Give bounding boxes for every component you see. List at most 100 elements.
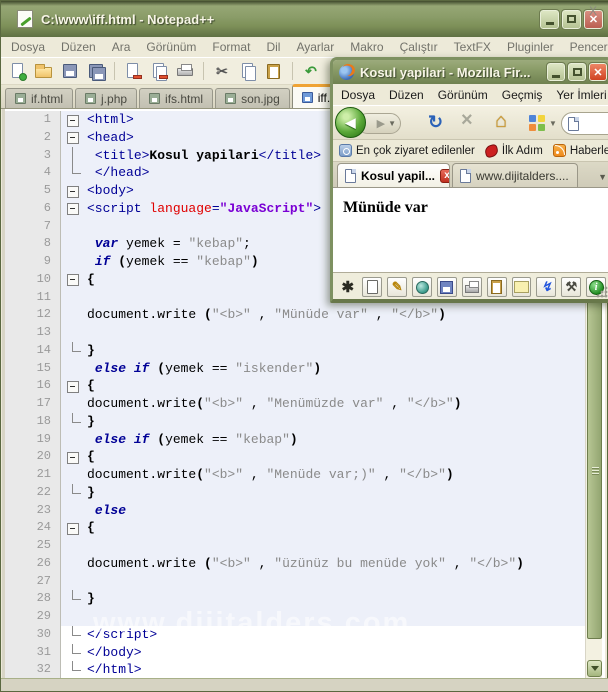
- code-line[interactable]: 18}: [5, 412, 585, 431]
- save-icon[interactable]: [437, 277, 457, 297]
- close-file-icon[interactable]: [122, 60, 144, 82]
- undo-icon[interactable]: ↶: [300, 60, 322, 82]
- npp-tab-ifs.html[interactable]: ifs.html: [139, 88, 214, 108]
- fold-collapse-icon[interactable]: [61, 129, 87, 147]
- print-icon[interactable]: [461, 277, 482, 297]
- tools-icon[interactable]: ⚒: [561, 277, 582, 297]
- npp-menu-item[interactable]: Ayarlar: [296, 40, 334, 54]
- ff-close-button[interactable]: ✕: [588, 62, 608, 82]
- npp-menu-item[interactable]: Dosya: [11, 40, 45, 54]
- ff-menu-item[interactable]: Düzen: [389, 88, 424, 102]
- ff-titlebar[interactable]: Kosul yapilari - Mozilla Fir... ✕: [333, 60, 608, 84]
- ff-tab[interactable]: Kosul yapil... x: [337, 163, 450, 187]
- npp-menu-item[interactable]: Görünüm: [146, 40, 196, 54]
- cut-icon[interactable]: ✂: [211, 60, 233, 82]
- npp-menu-item[interactable]: Pencere: [570, 40, 608, 54]
- npp-titlebar[interactable]: C:\www\iff.html - Notepad++ ✕: [1, 1, 608, 37]
- clipboard-icon[interactable]: [486, 277, 507, 297]
- fold-collapse-icon[interactable]: [61, 182, 87, 200]
- code-line[interactable]: 15 else if (yemek == "iskender"): [5, 359, 585, 378]
- new-file-icon[interactable]: [7, 60, 29, 82]
- code-line[interactable]: 22}: [5, 483, 585, 502]
- ff-menu-item[interactable]: Dosya: [341, 88, 375, 102]
- fold-collapse-icon[interactable]: [61, 519, 87, 537]
- globe-icon[interactable]: [412, 277, 433, 297]
- new-doc-icon[interactable]: [362, 277, 383, 297]
- reload-button[interactable]: ↻: [428, 112, 443, 133]
- scrollbar-down-arrow[interactable]: [587, 660, 602, 677]
- scrollbar-thumb[interactable]: [587, 301, 602, 639]
- ff-menu-item[interactable]: Geçmiş: [502, 88, 543, 102]
- fold-collapse-icon[interactable]: [61, 377, 87, 395]
- npp-menu-item[interactable]: Düzen: [61, 40, 96, 54]
- code-line[interactable]: 12 document.write ("<b>" , "Münüde var" ,…: [5, 306, 585, 324]
- npp-menu-item[interactable]: Çalıştır: [400, 40, 438, 54]
- fold-collapse-icon[interactable]: [61, 200, 87, 218]
- close-all-icon[interactable]: [148, 60, 170, 82]
- fold-margin: [61, 431, 87, 449]
- back-button[interactable]: ◀: [335, 107, 366, 138]
- save-all-icon[interactable]: [85, 60, 107, 82]
- npp-menu-item[interactable]: Dil: [266, 40, 280, 54]
- npp-tab-j.php[interactable]: j.php: [75, 88, 138, 108]
- code-line[interactable]: 26 document.write ("<b>" , "üzünüz bu men…: [5, 554, 585, 573]
- npp-menu-item[interactable]: Pluginler: [507, 40, 554, 54]
- code-line[interactable]: 25: [5, 537, 585, 555]
- code-line[interactable]: 16 {: [5, 377, 585, 395]
- npp-tab-if.html[interactable]: if.html: [5, 88, 74, 108]
- pencil-icon[interactable]: ✎: [387, 277, 408, 297]
- code-line[interactable]: 17 document.write("<b>" , "Menümüzde var"…: [5, 395, 585, 413]
- copy-icon[interactable]: [237, 60, 259, 82]
- fold-collapse-icon[interactable]: [61, 111, 87, 129]
- code-line[interactable]: 31 </body>: [5, 643, 585, 662]
- code-line[interactable]: 19 else if (yemek == "kebap"): [5, 430, 585, 449]
- bookmark-item[interactable]: Haberler: [552, 144, 608, 157]
- fold-collapse-icon[interactable]: [61, 448, 87, 466]
- bookmark-item[interactable]: En çok ziyaret edilenler: [339, 144, 475, 157]
- code-line[interactable]: 32 </html>: [5, 661, 585, 679]
- code-line[interactable]: 29: [5, 608, 585, 626]
- bookmarks-grid-button[interactable]: [529, 115, 545, 131]
- location-bar[interactable]: [561, 112, 608, 135]
- print-icon[interactable]: [174, 60, 196, 82]
- code-line[interactable]: 14}: [5, 341, 585, 360]
- stop-button[interactable]: ×: [461, 109, 473, 132]
- npp-menu-item[interactable]: Makro: [350, 40, 383, 54]
- code-line[interactable]: 21 document.write("<b>" , "Menüde var;)" …: [5, 466, 585, 484]
- npp-minimize-button[interactable]: [539, 8, 560, 30]
- code-line[interactable]: 24 {: [5, 519, 585, 537]
- code-line[interactable]: 28}: [5, 590, 585, 608]
- ff-tab[interactable]: www.dijitalders....: [452, 163, 578, 187]
- ff-menu-item[interactable]: Yer İmleri: [556, 88, 606, 102]
- npp-menu-item[interactable]: Ara: [112, 40, 131, 54]
- bookmark-item[interactable]: İlk Adım: [483, 143, 543, 158]
- code-line[interactable]: 20 {: [5, 448, 585, 466]
- resize-grip[interactable]: [596, 286, 608, 298]
- npp-menu-item[interactable]: Format: [212, 40, 250, 54]
- open-file-icon[interactable]: [33, 60, 55, 82]
- note-icon[interactable]: [511, 277, 532, 297]
- code-line[interactable]: 27: [5, 572, 585, 591]
- lightning-icon[interactable]: ↯: [536, 277, 557, 297]
- tab-list-dropdown-icon[interactable]: ▼: [598, 172, 607, 182]
- code-segment: ): [445, 467, 454, 482]
- npp-tab-son.jpg[interactable]: son.jpg: [215, 88, 290, 108]
- npp-menubar-close-button[interactable]: X: [589, 1, 597, 21]
- code-segment: document.write: [87, 467, 197, 482]
- npp-menu-item[interactable]: TextFX: [454, 40, 491, 54]
- code-line[interactable]: 30 </script>: [5, 625, 585, 644]
- history-dropdown-icon[interactable]: ▼: [388, 119, 396, 128]
- save-icon[interactable]: [59, 60, 81, 82]
- paste-icon[interactable]: [263, 60, 285, 82]
- home-button[interactable]: ⌂: [495, 110, 507, 133]
- ff-maximize-button[interactable]: [567, 62, 587, 82]
- grid-dropdown-icon[interactable]: ▼: [549, 119, 557, 128]
- code-line[interactable]: 13: [5, 324, 585, 342]
- tab-close-button[interactable]: x: [440, 168, 449, 183]
- fold-collapse-icon[interactable]: [61, 271, 87, 289]
- bug-icon[interactable]: ✱: [338, 277, 357, 297]
- npp-maximize-button[interactable]: [561, 8, 582, 30]
- ff-minimize-button[interactable]: [546, 62, 566, 82]
- code-line[interactable]: 23 else: [5, 501, 585, 520]
- ff-menu-item[interactable]: Görünüm: [438, 88, 488, 102]
